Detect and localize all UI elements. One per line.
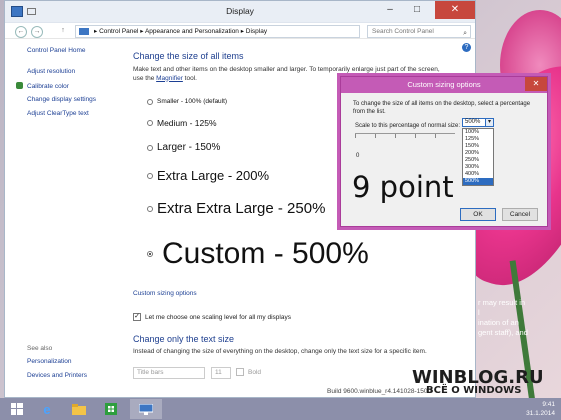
dialog-description: To change the size of all items on the d… xyxy=(353,101,531,115)
checkbox-checked[interactable]: ✓ xyxy=(133,313,141,321)
see-also-heading: See also xyxy=(27,345,53,352)
ruler-tick xyxy=(355,134,356,138)
ok-button[interactable]: OK xyxy=(460,208,496,221)
back-button[interactable]: ← xyxy=(15,26,27,38)
ruler-tick xyxy=(375,134,376,138)
dropdown-option[interactable]: 200% xyxy=(463,150,493,157)
clock-time: 9:41 xyxy=(542,401,555,408)
sidebar-item-control-panel-home[interactable]: Control Panel Home xyxy=(27,47,127,54)
size-select[interactable]: 11 xyxy=(211,367,231,379)
address-bar: ← → ↑ ▸ Control Panel ▸ Appearance and P… xyxy=(5,23,475,39)
radio-button[interactable] xyxy=(147,205,153,212)
window-titlebar[interactable]: Display – □ ✕ xyxy=(5,1,475,23)
bold-checkbox[interactable]: Bold xyxy=(236,368,261,376)
dropdown-option[interactable]: 150% xyxy=(463,143,493,150)
radio-button[interactable] xyxy=(147,144,153,151)
scale-dropdown-list: 100% 125% 150% 200% 250% 300% 400% 500% xyxy=(462,128,494,186)
system-tray[interactable]: 9:41 31.1.2014 xyxy=(526,400,555,418)
dropdown-option[interactable]: 400% xyxy=(463,171,493,178)
sidebar: Control Panel Home Adjust resolution Cal… xyxy=(16,47,127,123)
option-extra-large[interactable]: Extra Large - 200% xyxy=(147,168,269,183)
dropdown-option[interactable]: 300% xyxy=(463,164,493,171)
forward-button[interactable]: → xyxy=(31,26,43,38)
build-info: Build 9600.winblue_r4.141028-1500 xyxy=(327,388,432,395)
maximize-button[interactable]: □ xyxy=(404,1,430,19)
dropdown-option[interactable]: 125% xyxy=(463,136,493,143)
radio-button-selected[interactable] xyxy=(147,251,153,257)
taskbar: e 9:41 31.1.2014 xyxy=(0,398,561,420)
shield-icon xyxy=(16,81,23,89)
ruler[interactable]: 0 xyxy=(355,133,455,159)
custom-sizing-dialog: Custom sizing options ✕ To change the si… xyxy=(340,76,548,227)
ruler-tick xyxy=(395,134,396,138)
sidebar-item-personalization[interactable]: Personalization xyxy=(27,358,127,365)
text-size-heading: Change only the text size xyxy=(133,334,235,344)
option-custom[interactable]: Custom - 500% xyxy=(147,237,369,271)
scale-label: Scale to this percentage of normal size: xyxy=(355,123,461,129)
start-button[interactable] xyxy=(2,399,32,419)
watermark-subtitle: ВСЁ О WINDOWS xyxy=(426,385,522,396)
page-title: Change the size of all items xyxy=(133,51,244,61)
sidebar-item-adjust-resolution[interactable]: Adjust resolution xyxy=(27,68,127,75)
radio-button[interactable] xyxy=(147,120,153,126)
dropdown-option[interactable]: 100% xyxy=(463,129,493,136)
radio-button[interactable] xyxy=(147,98,153,105)
option-larger[interactable]: Larger - 150% xyxy=(147,142,220,153)
ruler-tick xyxy=(435,134,436,138)
option-smaller[interactable]: Smaller - 100% (default) xyxy=(147,98,227,105)
clock-date: 31.1.2014 xyxy=(526,410,555,417)
minimize-button[interactable]: – xyxy=(377,1,403,19)
dropdown-option[interactable]: 250% xyxy=(463,157,493,164)
magnifier-link[interactable]: Magnifier xyxy=(156,75,183,82)
windows-logo-icon xyxy=(11,403,23,415)
ie-icon[interactable]: e xyxy=(32,399,62,419)
folder-icon xyxy=(72,403,86,415)
option-extra-extra-large[interactable]: Extra Extra Large - 250% xyxy=(147,200,325,217)
sidebar-item-devices-printers[interactable]: Devices and Printers xyxy=(27,372,127,379)
breadcrumb[interactable]: ▸ Control Panel ▸ Appearance and Persona… xyxy=(75,25,360,38)
monitor-icon xyxy=(139,403,153,415)
text-size-description: Instead of changing the size of everythi… xyxy=(133,348,427,355)
search-icon[interactable]: ⌕ xyxy=(463,28,467,39)
explorer-icon[interactable] xyxy=(64,399,94,419)
cancel-button[interactable]: Cancel xyxy=(502,208,538,221)
dialog-close-button[interactable]: ✕ xyxy=(525,77,547,91)
scale-combobox[interactable]: 500% ▾ xyxy=(462,118,494,127)
checkbox[interactable] xyxy=(236,368,244,376)
ruler-tick xyxy=(415,134,416,138)
dropdown-option-selected[interactable]: 500% xyxy=(463,178,493,185)
store-icon[interactable] xyxy=(96,399,126,419)
radio-button[interactable] xyxy=(147,172,153,179)
option-medium[interactable]: Medium - 125% xyxy=(147,118,217,128)
control-panel-icon xyxy=(79,28,89,35)
scaling-checkbox[interactable]: ✓ Let me choose one scaling level for all… xyxy=(133,313,291,321)
ruler-zero-label: 0 xyxy=(356,153,360,159)
search-input[interactable]: Search Control Panel ⌕ xyxy=(367,25,471,38)
custom-sizing-link[interactable]: Custom sizing options xyxy=(133,290,197,297)
store-bag-icon xyxy=(105,403,117,415)
item-select[interactable]: Title bars xyxy=(133,367,205,379)
close-button[interactable]: ✕ xyxy=(435,1,475,19)
sidebar-item-change-display-settings[interactable]: Change display settings xyxy=(27,96,127,103)
desktop-text: r may result in l ination of an gent sta… xyxy=(478,298,528,337)
up-button[interactable]: ↑ xyxy=(57,26,69,38)
see-also: See also Personalization Devices and Pri… xyxy=(27,339,127,385)
dialog-titlebar[interactable]: Custom sizing options ✕ xyxy=(341,77,547,93)
display-settings-icon[interactable] xyxy=(130,399,162,419)
chevron-down-icon[interactable]: ▾ xyxy=(485,118,494,127)
sidebar-item-adjust-cleartype[interactable]: Adjust ClearType text xyxy=(27,110,127,117)
sidebar-item-calibrate-color[interactable]: Calibrate color xyxy=(16,81,127,90)
preview-text: 9 point xyxy=(352,170,454,204)
